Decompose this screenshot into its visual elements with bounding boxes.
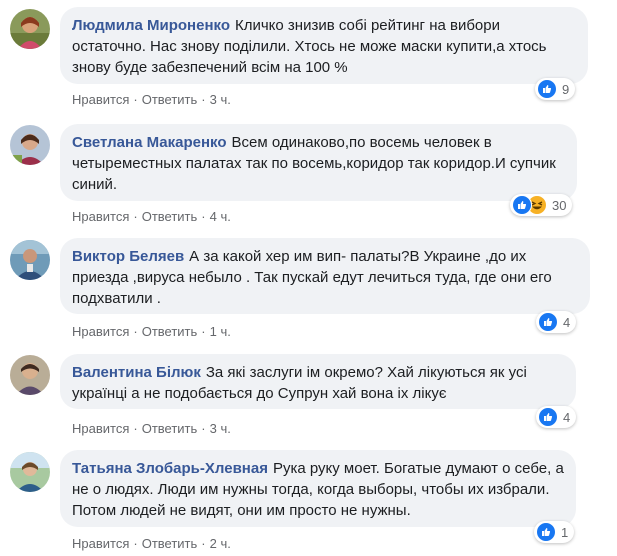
comment-actions: Нравится · Ответить · 2 ч. xyxy=(72,536,231,551)
reply-link[interactable]: Ответить xyxy=(142,92,198,107)
reply-link[interactable]: Ответить xyxy=(142,209,198,224)
reaction-count: 30 xyxy=(552,197,567,213)
comment-author[interactable]: Светлана Макаренко xyxy=(72,134,227,151)
reaction-summary[interactable]: 4 xyxy=(536,406,577,428)
comment-bubble: Людмила Мироненко Кличко знизив собі рейт… xyxy=(60,7,588,84)
separator: · xyxy=(201,421,206,436)
separator: · xyxy=(201,92,206,107)
avatar[interactable] xyxy=(10,240,50,280)
separator: · xyxy=(201,324,206,339)
timestamp[interactable]: 2 ч. xyxy=(210,536,231,551)
comment-bubble: Светлана Макаренко Всем одинаково,по восе… xyxy=(60,124,577,201)
reaction-summary[interactable]: 1 xyxy=(534,521,575,543)
like-link[interactable]: Нравится xyxy=(72,536,129,551)
comment-author[interactable]: Виктор Беляев xyxy=(72,248,184,265)
comment-bubble: Татьяна Злобарь-Хлевная Рука руку моет. Б… xyxy=(60,450,576,527)
comment-actions: Нравится · Ответить · 1 ч. xyxy=(72,324,231,339)
comment-bubble: Валентина Білюк За які заслуги ім окремо?… xyxy=(60,354,576,409)
timestamp[interactable]: 3 ч. xyxy=(210,421,231,436)
reaction-summary[interactable]: 9 xyxy=(535,78,576,100)
separator: · xyxy=(201,209,206,224)
reaction-count: 4 xyxy=(563,314,571,330)
timestamp[interactable]: 4 ч. xyxy=(210,209,231,224)
comment-author[interactable]: Валентина Білюк xyxy=(72,364,201,381)
comment-actions: Нравится · Ответить · 4 ч. xyxy=(72,209,231,224)
like-link[interactable]: Нравится xyxy=(72,421,129,436)
comment-actions: Нравится · Ответить · 3 ч. xyxy=(72,421,231,436)
reaction-count: 9 xyxy=(562,81,570,97)
like-link[interactable]: Нравится xyxy=(72,92,129,107)
reply-link[interactable]: Ответить xyxy=(142,324,198,339)
separator: · xyxy=(201,536,206,551)
like-icon xyxy=(538,407,558,427)
avatar[interactable] xyxy=(10,355,50,395)
reply-link[interactable]: Ответить xyxy=(142,421,198,436)
like-icon xyxy=(537,79,557,99)
reaction-count: 4 xyxy=(563,409,571,425)
like-icon xyxy=(538,312,558,332)
comment-author[interactable]: Людмила Мироненко xyxy=(72,17,230,34)
like-icon xyxy=(512,195,532,215)
separator: · xyxy=(133,92,138,107)
timestamp[interactable]: 1 ч. xyxy=(210,324,231,339)
like-link[interactable]: Нравится xyxy=(72,324,129,339)
separator: · xyxy=(133,421,138,436)
reply-link[interactable]: Ответить xyxy=(142,536,198,551)
like-icon xyxy=(536,522,556,542)
reaction-count: 1 xyxy=(561,524,569,540)
separator: · xyxy=(133,536,138,551)
like-link[interactable]: Нравится xyxy=(72,209,129,224)
avatar[interactable] xyxy=(10,125,50,165)
separator: · xyxy=(133,209,138,224)
reaction-summary[interactable]: 30 xyxy=(510,194,573,216)
avatar[interactable] xyxy=(10,9,50,49)
avatar[interactable] xyxy=(10,452,50,492)
timestamp[interactable]: 3 ч. xyxy=(210,92,231,107)
reaction-summary[interactable]: 4 xyxy=(536,311,577,333)
separator: · xyxy=(133,324,138,339)
comment-bubble: Виктор Беляев А за какой хер им вип- пала… xyxy=(60,238,590,314)
comment-author[interactable]: Татьяна Злобарь-Хлевная xyxy=(72,460,268,477)
comment-actions: Нравится · Ответить · 3 ч. xyxy=(72,92,231,107)
